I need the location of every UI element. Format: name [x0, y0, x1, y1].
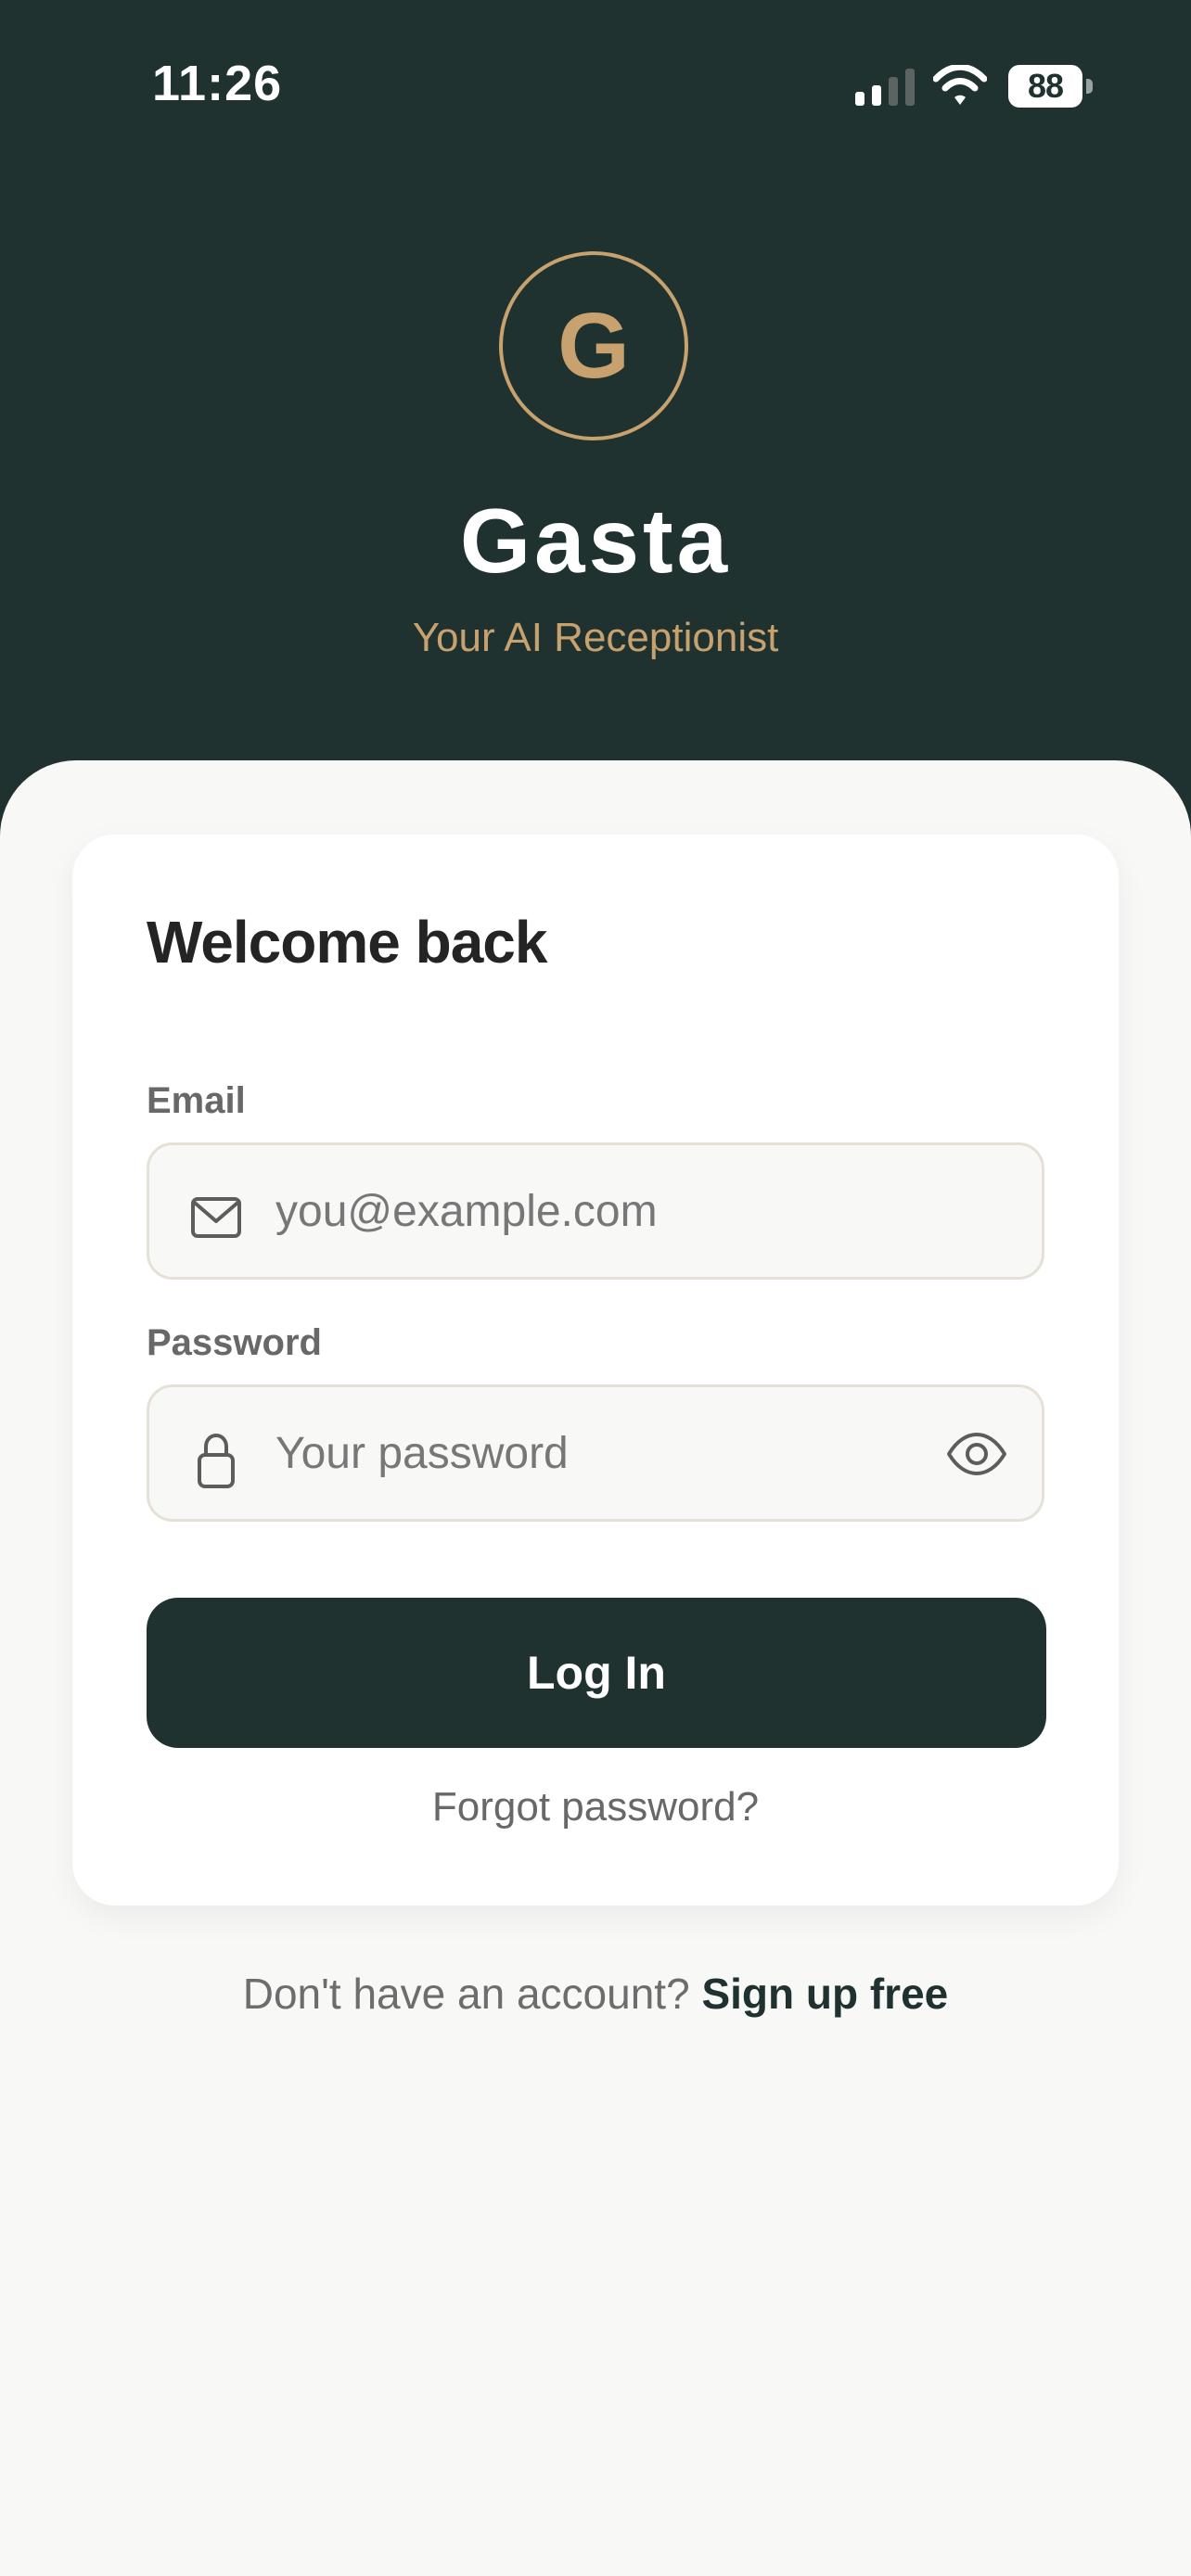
- login-card: Welcome back Email Password Log In Forgo…: [72, 835, 1119, 1906]
- status-bar: 11:26 88: [0, 0, 1191, 176]
- lock-icon: [198, 1433, 235, 1488]
- battery-level: 88: [1008, 65, 1082, 108]
- email-field[interactable]: [147, 1142, 1044, 1280]
- signup-link[interactable]: Sign up free: [701, 1970, 948, 2018]
- status-time: 11:26: [152, 56, 283, 111]
- battery-icon: 88: [1008, 65, 1095, 108]
- app-title: Gasta: [459, 490, 732, 592]
- app-tagline: Your AI Receptionist: [412, 615, 779, 660]
- battery-cap: [1086, 79, 1093, 94]
- password-field[interactable]: [147, 1384, 1044, 1522]
- eye-icon[interactable]: [943, 1423, 1010, 1485]
- brand-header: 11:26 88 G Gasta Your AI Receptionist: [0, 0, 1191, 853]
- password-label: Password: [147, 1322, 322, 1363]
- signup-prefix: Don't have an account?: [242, 1970, 690, 2018]
- email-label: Email: [147, 1080, 246, 1121]
- forgot-password-link[interactable]: Forgot password?: [72, 1781, 1119, 1833]
- wifi-icon: [933, 65, 987, 105]
- signup-prompt: Don't have an account? Sign up free: [0, 1965, 1191, 2022]
- password-input[interactable]: [275, 1421, 953, 1487]
- mail-icon: [191, 1197, 241, 1238]
- brand-logo: G: [499, 251, 688, 440]
- login-button[interactable]: Log In: [147, 1598, 1046, 1748]
- login-screen: 11:26 88 G Gasta Your AI Receptionist We…: [0, 0, 1191, 2576]
- email-input[interactable]: [275, 1179, 953, 1245]
- card-title: Welcome back: [147, 909, 547, 976]
- signal-icon: [855, 69, 915, 106]
- logo-letter: G: [557, 294, 630, 398]
